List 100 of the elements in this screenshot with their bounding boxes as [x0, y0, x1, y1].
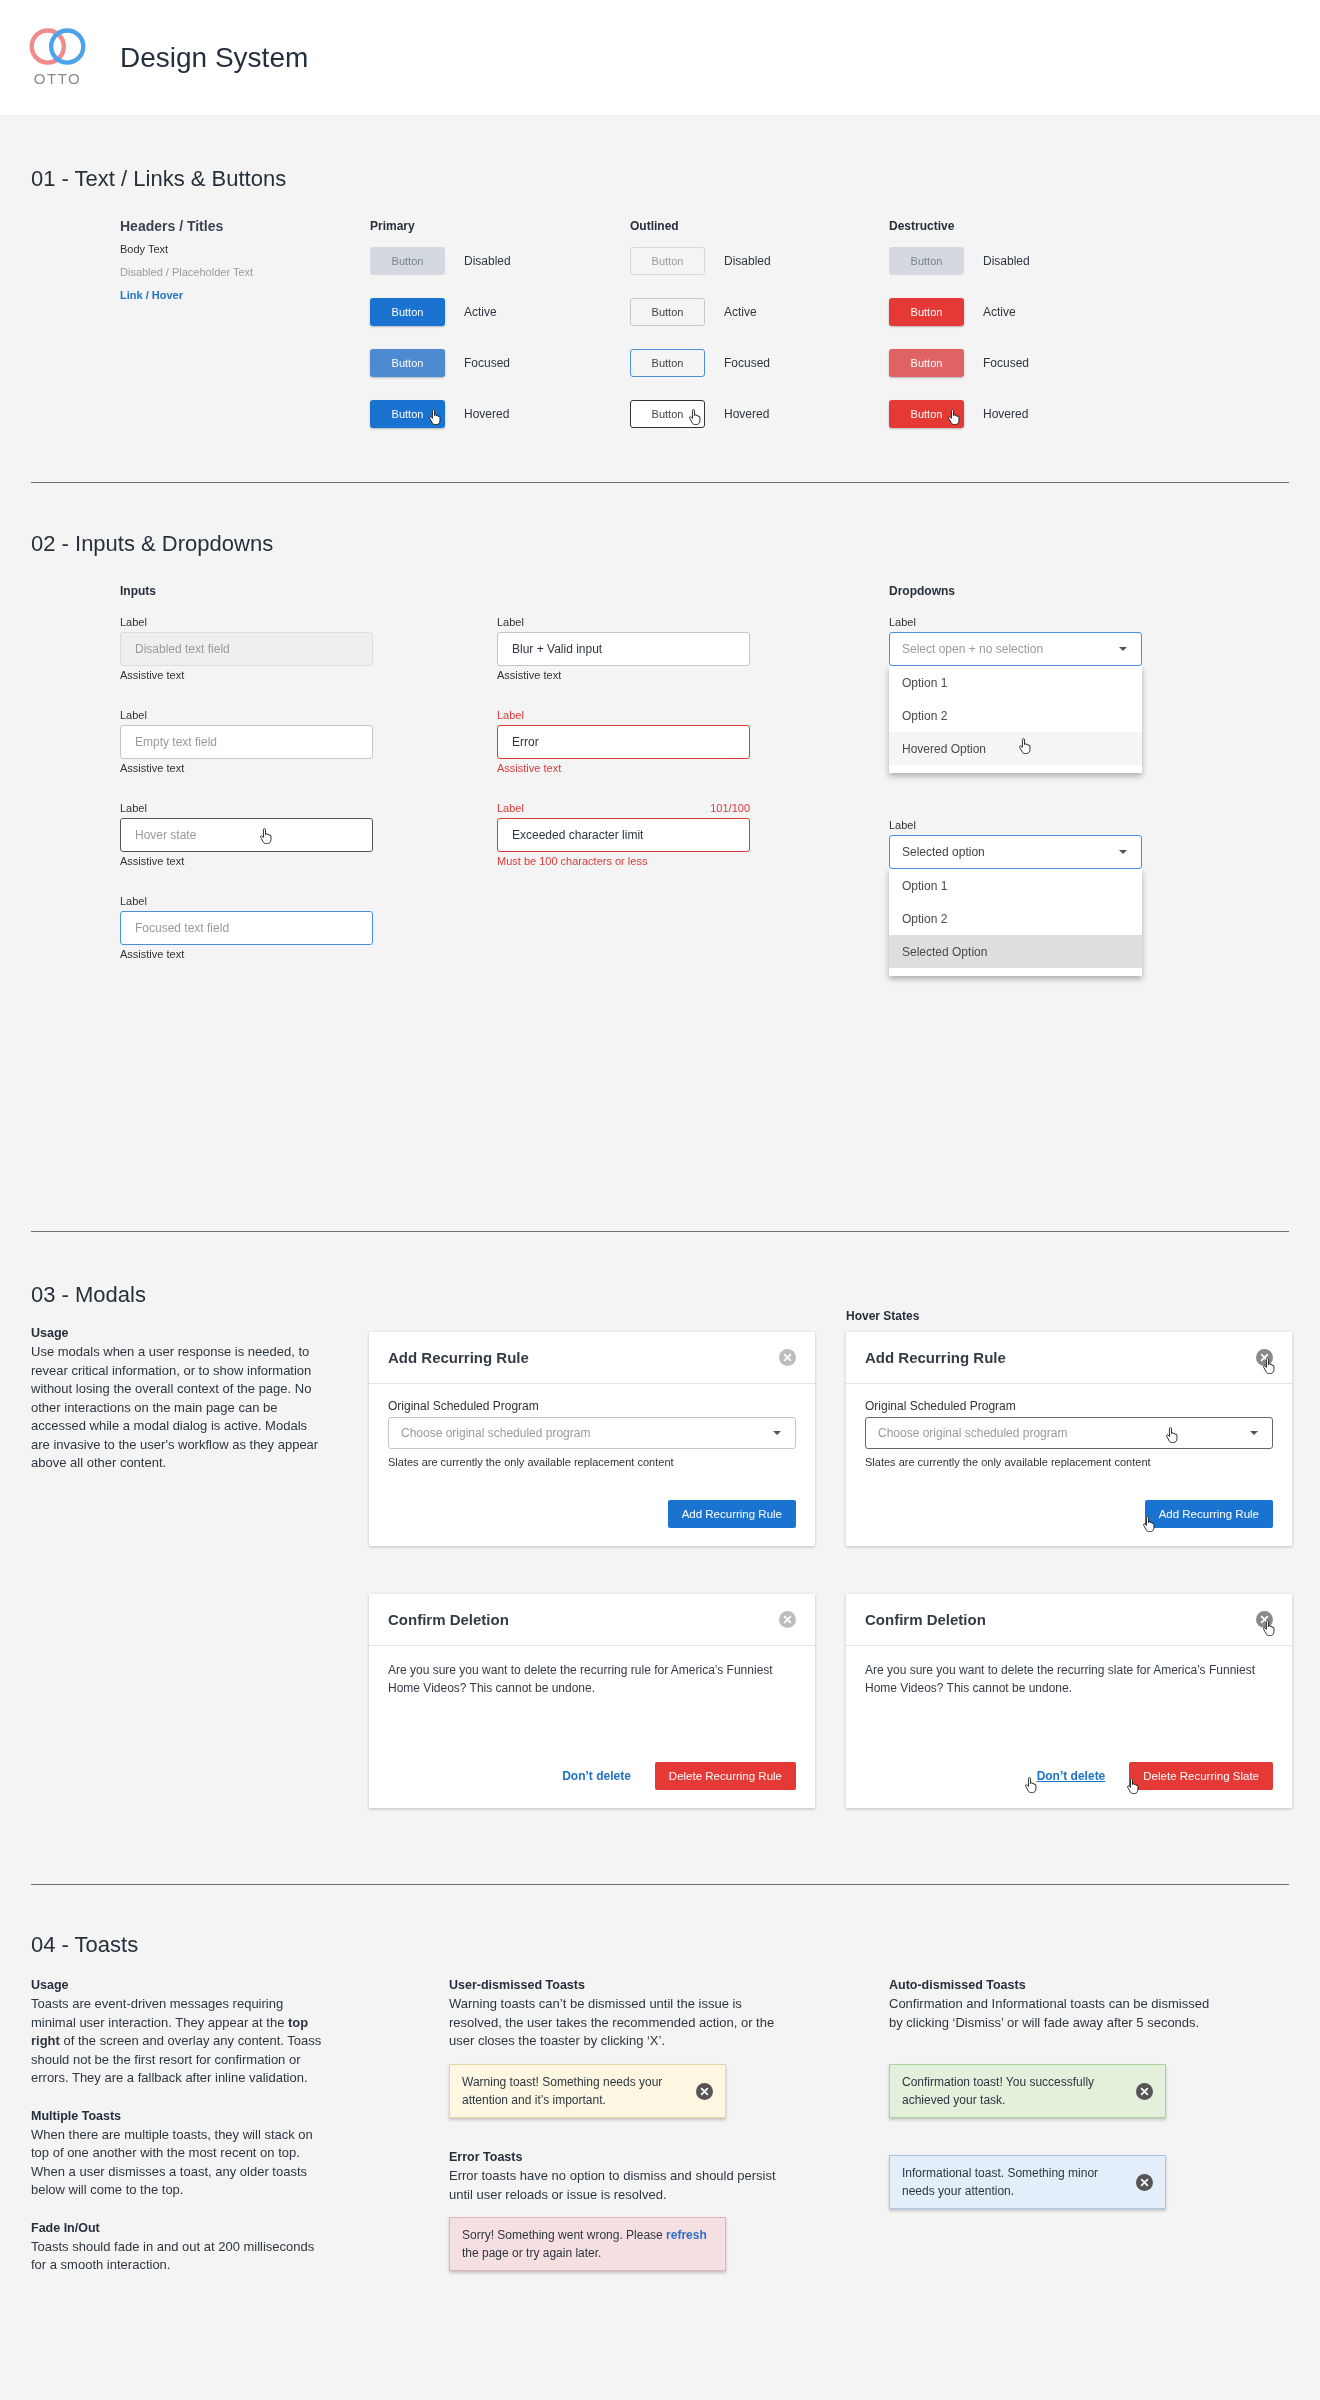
group-heading: Outlined: [630, 218, 680, 234]
text-field[interactable]: Blur + Valid input: [497, 632, 750, 666]
heading-sample: Headers / Titles: [120, 218, 224, 234]
field-label: Label: [497, 708, 524, 722]
toast-message: Warning toast! Something needs your attention and it’s important.: [462, 2074, 664, 2109]
dropdown-select[interactable]: Choose original scheduled program: [388, 1417, 796, 1449]
section-title: 02 - Inputs & Dropdowns: [31, 531, 275, 557]
error-message: Assistive text: [497, 761, 563, 775]
state-label: Active: [983, 305, 1016, 319]
primary-button[interactable]: Button: [370, 400, 445, 428]
link-sample[interactable]: Link / Hover: [120, 288, 183, 303]
logo-text: OTTO: [33, 69, 82, 88]
text-field[interactable]: Exceeded character limit: [497, 818, 750, 852]
hint-text: Slates are currently the only available replacement content: [865, 1455, 1152, 1469]
description-text: Warning toasts can’t be dismissed until the issue is resolved, the user takes the recommended action, or the user closes the toaster by clicking ‘X’.: [449, 1995, 776, 2050]
hand-cursor-icon: [260, 828, 272, 844]
dropdown-select[interactable]: Select open + no selection: [889, 632, 1142, 666]
dropdown-option[interactable]: Selected Option: [889, 935, 1142, 968]
hand-cursor-icon: [1263, 1620, 1275, 1636]
section-title: 01 - Text / Links & Buttons: [31, 166, 288, 192]
hand-cursor-icon: [1142, 1516, 1155, 1532]
confirm-message: Are you sure you want to delete the recurring slate for America’s Funniest Home Videos? This cannot be undone.: [865, 1662, 1256, 1697]
field-label: Label: [120, 615, 147, 629]
state-label: Hovered: [983, 407, 1029, 421]
outlined-button[interactable]: Button: [630, 400, 705, 428]
primary-button[interactable]: Add Recurring Rule: [1144, 1500, 1273, 1528]
subsection-heading: User-dismissed Toasts: [449, 1977, 586, 1993]
field-label: Label: [120, 801, 147, 815]
body-text-sample: Body Text: [120, 242, 169, 257]
state-label: Disabled: [724, 254, 771, 268]
description-text: Toasts should fade in and out at 200 milliseconds for a smooth interaction.: [31, 2237, 316, 2274]
field-label: Label: [889, 615, 917, 629]
primary-button[interactable]: Add Recurring Rule: [667, 1500, 796, 1528]
subsection-heading: Error Toasts: [449, 2149, 524, 2165]
assistive-text: Assistive text: [497, 668, 563, 682]
field-label: Label: [497, 801, 524, 815]
destructive-button[interactable]: Delete Recurring Rule: [654, 1762, 796, 1790]
description-text: Confirmation and Informational toasts can be dismissed by clicking ‘Dismiss’ or will fade away after 5 seconds.: [889, 1995, 1211, 2032]
description-text: When there are multiple toasts, they will stack on top of one another with the most recent on top. When a user dismisses a toast, any older toasts below will come to the top.: [31, 2125, 314, 2199]
subsection-heading: Usage: [31, 1977, 70, 1993]
section-title: 03 - Modals: [31, 1282, 147, 1308]
text-field[interactable]: Error: [497, 725, 750, 759]
hand-cursor-icon: [1127, 1778, 1140, 1794]
column-heading: Dropdowns: [889, 583, 956, 599]
cancel-link[interactable]: Don’t delete: [1036, 1769, 1106, 1783]
outlined-button[interactable]: Button: [630, 349, 705, 377]
state-label: Hovered: [464, 407, 510, 421]
text-link[interactable]: refresh: [666, 2228, 707, 2242]
hand-cursor-icon: [1166, 1427, 1178, 1443]
hand-cursor-icon: [1019, 738, 1031, 754]
dropdown-select[interactable]: Selected option: [889, 835, 1142, 869]
destructive-button[interactable]: Button: [889, 298, 964, 326]
hand-cursor-icon: [429, 409, 441, 425]
caret-icon: [1119, 850, 1127, 854]
page-title: Design System: [120, 40, 309, 75]
hint-text: Slates are currently the only available replacement content: [388, 1455, 675, 1469]
primary-button[interactable]: Button: [370, 349, 445, 377]
close-icon[interactable]: [1136, 2082, 1153, 2100]
group-heading: Destructive: [889, 218, 956, 234]
subsection-heading: Auto-dismissed Toasts: [889, 1977, 1027, 1993]
caret-icon: [1119, 647, 1127, 651]
subsection-heading: Fade In/Out: [31, 2219, 101, 2236]
description-text: Toasts are event-driven messages requiring minimal user interaction. They appear at the top right of the screen and overlay any content. Toass should not be the first resort for confirmation or errors. They are a fallback after inline validation.: [31, 1995, 323, 2087]
close-icon[interactable]: [1136, 2173, 1153, 2191]
modal-title: Confirm Deletion: [388, 1611, 509, 1628]
field-label: Label: [889, 818, 917, 832]
description-text: Error toasts have no option to dismiss and should persist until user reloads or issue is resolved.: [449, 2167, 777, 2204]
destructive-button[interactable]: Delete Recurring Slate: [1129, 1762, 1273, 1790]
dropdown-option[interactable]: Option 2: [889, 902, 1142, 935]
dropdown-option[interactable]: Option 1: [889, 869, 1142, 902]
state-label: Active: [464, 305, 497, 319]
text-field[interactable]: Hover state: [120, 818, 373, 852]
dropdown-option[interactable]: Option 1: [889, 666, 1142, 699]
toast-message: Confirmation toast! You successfully achieved your task.: [902, 2074, 1096, 2109]
logo-icon: [29, 27, 86, 65]
text-field[interactable]: Focused text field: [120, 911, 373, 945]
state-label: Disabled: [464, 254, 511, 268]
close-icon[interactable]: [696, 2082, 713, 2100]
description-text: Use modals when a user response is needed, to revear critical information, or to show information without losing the overall context of the page. No other interactions on the main page can be accessed while a modal dialog is active. Modals are invasive to the user's workflow as they appear above all other content.: [31, 1343, 320, 1472]
assistive-text: Assistive text: [120, 761, 186, 775]
destructive-button[interactable]: Button: [889, 400, 964, 428]
state-label: Hovered: [724, 407, 770, 421]
outlined-button[interactable]: Button: [630, 298, 705, 326]
primary-button[interactable]: Button: [370, 298, 445, 326]
state-label: Active: [724, 305, 757, 319]
destructive-button[interactable]: Button: [889, 349, 964, 377]
dropdown-option[interactable]: Hovered Option: [889, 732, 1142, 765]
assistive-text: Assistive text: [120, 947, 186, 961]
section-title: 04 - Toasts: [31, 1932, 140, 1958]
column-heading: Inputs: [120, 583, 157, 599]
state-label: Focused: [464, 356, 511, 370]
dropdown-select[interactable]: Choose original scheduled program: [865, 1417, 1273, 1449]
dropdown-option[interactable]: Option 2: [889, 699, 1142, 732]
confirm-message: Are you sure you want to delete the recurring rule for America’s Funniest Home Videos? This cannot be undone.: [388, 1662, 774, 1697]
toast-message: Informational toast. Something minor needs your attention.: [902, 2165, 1100, 2200]
hand-cursor-icon: [948, 409, 960, 425]
state-label: Focused: [724, 356, 771, 370]
cancel-link[interactable]: Don’t delete: [562, 1769, 631, 1783]
state-label: Disabled: [983, 254, 1030, 268]
column-heading: Hover States: [846, 1308, 921, 1324]
